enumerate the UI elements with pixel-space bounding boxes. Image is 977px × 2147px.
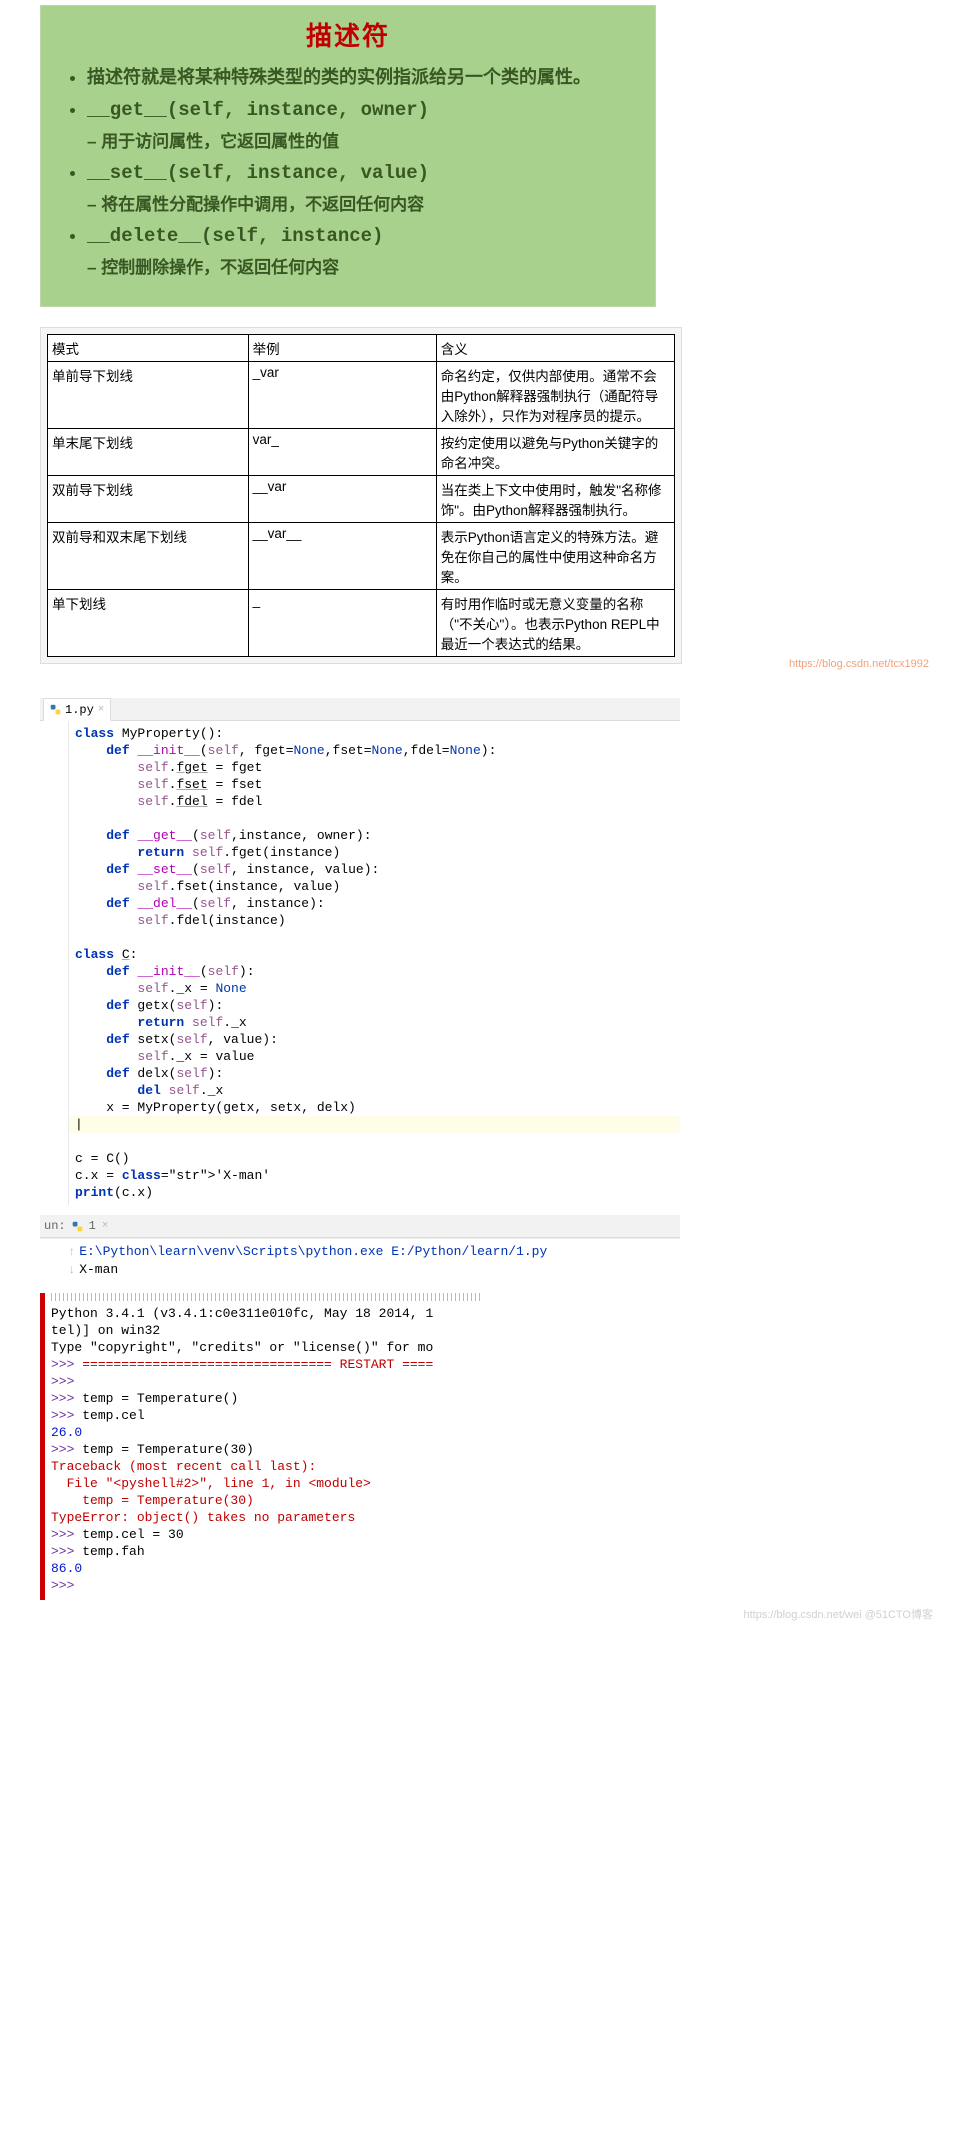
table-cell: 当在类上下文中使用时，触发"名称修饰"。由Python解释器强制执行。 [436,476,674,523]
close-icon[interactable]: × [98,704,105,716]
sub-set: 将在属性分配操作中调用，不返回任何内容 [87,190,637,215]
python-file-icon [50,704,61,715]
table-cell: 单前导下划线 [48,362,249,429]
table-cell: _ [248,590,436,657]
run-output: ↑ E:\Python\learn\venv\Scripts\python.exe… [40,1238,680,1283]
slide-title: 描述符 [59,16,637,53]
ide-editor: 1.py × class MyProperty(): def __init__(… [40,698,680,1205]
code-area[interactable]: class MyProperty(): def __init__(self, f… [69,721,680,1205]
run-command: E:\Python\learn\venv\Scripts\python.exe … [79,1244,547,1259]
run-label: un: [44,1219,66,1233]
th-example: 举例 [248,335,436,362]
idle-shell: Python 3.4.1 (v3.4.1:c0e311e010fc, May 1… [40,1293,480,1600]
table-cell: 单末尾下划线 [48,429,249,476]
editor-tabbar: 1.py × [40,698,680,721]
watermark-51cto: https://blog.csdn.net/wei @51CTO博客 [0,1606,933,1622]
table-cell: _var [248,362,436,429]
table-header-row: 模式 举例 含义 [48,335,675,362]
slide-list: 描述符就是将某种特殊类型的类的实例指派给另一个类的属性。 __get__(sel… [59,63,637,278]
underscore-table-wrap: 模式 举例 含义 单前导下划线_var命名约定，仅供内部使用。通常不会由Pyth… [40,327,682,664]
python-run-icon [72,1221,83,1232]
editor-tab-label: 1.py [65,703,94,717]
run-stdout: X-man [79,1262,118,1277]
table-row: 单前导下划线_var命名约定，仅供内部使用。通常不会由Python解释器强制执行… [48,362,675,429]
table-cell: 表示Python语言定义的特殊方法。避免在你自己的属性中使用这种命名方案。 [436,523,674,590]
table-cell: 双前导下划线 [48,476,249,523]
close-icon[interactable]: × [102,1220,109,1232]
sig-set: __set__(self, instance, value) [87,162,429,184]
repl-divider [51,1293,480,1301]
editor-gutter [40,721,69,1205]
table-row: 双前导下划线__var当在类上下文中使用时，触发"名称修饰"。由Python解释… [48,476,675,523]
watermark-csdn: https://blog.csdn.net/tcx1992 [0,658,929,670]
slide-item-get: __get__(self, instance, owner) 用于访问属性，它返… [87,99,637,152]
underscore-table: 模式 举例 含义 单前导下划线_var命名约定，仅供内部使用。通常不会由Pyth… [47,334,675,657]
editor-body[interactable]: class MyProperty(): def __init__(self, f… [40,721,680,1205]
sub-get: 用于访问属性，它返回属性的值 [87,127,637,152]
table-row: 单末尾下划线var_按约定使用以避免与Python关键字的命名冲突。 [48,429,675,476]
table-cell: __var [248,476,436,523]
th-meaning: 含义 [436,335,674,362]
repl-body[interactable]: Python 3.4.1 (v3.4.1:c0e311e010fc, May 1… [45,1301,480,1600]
run-tab-name: 1 [89,1219,96,1233]
table-cell: 命名约定，仅供内部使用。通常不会由Python解释器强制执行（通配符导入除外），… [436,362,674,429]
table-cell: 双前导和双末尾下划线 [48,523,249,590]
table-row: 双前导和双末尾下划线__var__表示Python语言定义的特殊方法。避免在你自… [48,523,675,590]
descriptor-slide: 描述符 描述符就是将某种特殊类型的类的实例指派给另一个类的属性。 __get__… [40,5,656,307]
sub-delete: 控制删除操作，不返回任何内容 [87,253,637,278]
slide-item-set: __set__(self, instance, value) 将在属性分配操作中… [87,162,637,215]
slide-intro: 描述符就是将某种特殊类型的类的实例指派给另一个类的属性。 [87,63,637,89]
arrow-up-icon: ↑ [68,1245,75,1259]
table-row: 单下划线_有时用作临时或无意义变量的名称（"不关心"）。也表示Python RE… [48,590,675,657]
table-cell: __var__ [248,523,436,590]
arrow-down-icon: ↓ [68,1263,75,1277]
table-cell: 按约定使用以避免与Python关键字的命名冲突。 [436,429,674,476]
run-header: un: 1 × [40,1215,680,1238]
run-panel: un: 1 × ↑ E:\Python\learn\venv\Scripts\py… [40,1215,680,1283]
th-mode: 模式 [48,335,249,362]
sig-get: __get__(self, instance, owner) [87,99,429,121]
table-cell: var_ [248,429,436,476]
sig-delete: __delete__(self, instance) [87,225,383,247]
table-cell: 单下划线 [48,590,249,657]
slide-item-delete: __delete__(self, instance) 控制删除操作，不返回任何内… [87,225,637,278]
editor-tab[interactable]: 1.py × [43,698,111,721]
table-cell: 有时用作临时或无意义变量的名称（"不关心"）。也表示Python REPL中最近… [436,590,674,657]
